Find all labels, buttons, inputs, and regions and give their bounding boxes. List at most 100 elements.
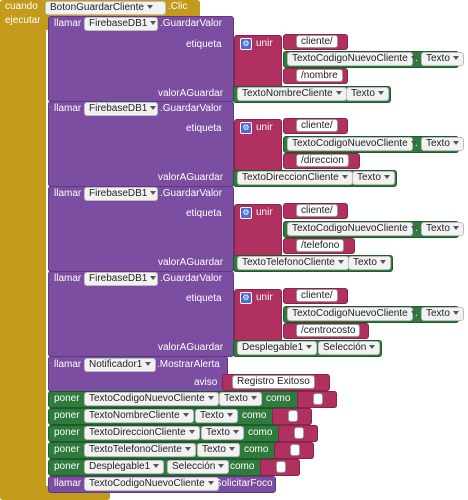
call-llamar-label: llamar xyxy=(54,478,82,489)
text-value[interactable]: /telefono xyxy=(296,239,345,252)
setter-component-dropdown[interactable]: Desplegable1 xyxy=(84,460,165,474)
chevron-down-icon xyxy=(150,276,157,281)
chevron-down-icon xyxy=(369,345,376,350)
chevron-down-icon xyxy=(228,447,235,452)
call-component-dropdown[interactable]: FirebaseDB1 xyxy=(84,102,158,116)
setter-property-dropdown[interactable]: Selección xyxy=(167,460,230,474)
dot-label: . xyxy=(415,223,418,234)
getter-component-dropdown[interactable]: TextoCodigoNuevoCliente xyxy=(287,222,417,236)
chevron-down-icon xyxy=(153,464,160,469)
aviso-label: aviso xyxy=(194,377,218,388)
getter-property-dropdown[interactable]: Texto xyxy=(421,137,464,151)
setter-como-label: como xyxy=(244,444,269,455)
setter-como-label: como xyxy=(266,393,291,404)
dot-label: . xyxy=(338,88,341,99)
dot-label: . xyxy=(194,427,197,438)
alert-message-value[interactable]: Registro Exitoso xyxy=(232,375,315,389)
text-value[interactable]: /nombre xyxy=(296,69,343,82)
call-llamar-label: llamar xyxy=(54,273,82,284)
getter-property-dropdown[interactable]: Texto xyxy=(346,87,389,101)
event-component-text: BotonGuardarCliente xyxy=(50,2,144,13)
setter-property-dropdown[interactable]: Texto xyxy=(219,392,262,406)
setter-poner-label: poner xyxy=(54,444,80,455)
dot-label: . xyxy=(212,393,215,404)
text-value[interactable]: /centrocosto xyxy=(296,324,361,337)
getter-component-dropdown[interactable]: TextoCodigoNuevoCliente xyxy=(287,137,417,151)
valor-label: valorAGuardar xyxy=(158,257,224,268)
chevron-down-icon xyxy=(250,396,257,401)
setter-component-dropdown[interactable]: TextoDireccionCliente xyxy=(84,426,200,440)
setter-component-dropdown[interactable]: TextoTelefonoCliente xyxy=(84,443,196,457)
join-label: unir xyxy=(256,122,273,133)
valor-label: valorAGuardar xyxy=(158,88,224,99)
focus-component-dropdown[interactable]: TextoCodigoNuevoCliente xyxy=(84,477,219,491)
alert-component-dropdown[interactable]: Notificador1 xyxy=(84,358,157,372)
setter-property-dropdown[interactable]: Texto xyxy=(195,409,238,423)
etiqueta-label: etiqueta xyxy=(186,123,222,134)
join-label: unir xyxy=(256,292,273,303)
dot-label: . xyxy=(344,172,347,183)
dot-label: . xyxy=(340,257,343,268)
dot-label: . xyxy=(188,410,191,421)
etiqueta-label: etiqueta xyxy=(186,208,222,219)
valor-label: valorAGuardar xyxy=(158,172,224,183)
empty-text-value[interactable] xyxy=(313,393,323,405)
getter-component-dropdown[interactable]: TextoCodigoNuevoCliente xyxy=(287,307,417,321)
text-value[interactable]: cliente/ xyxy=(296,289,338,302)
setter-poner-label: poner xyxy=(54,410,80,421)
getter-component-dropdown[interactable]: TextoCodigoNuevoCliente xyxy=(287,52,417,66)
setter-poner-label: poner xyxy=(54,393,80,404)
getter-property-dropdown[interactable]: Texto xyxy=(348,256,391,270)
chevron-down-icon xyxy=(452,141,459,146)
call-llamar-label: llamar xyxy=(54,359,82,370)
getter-component-dropdown[interactable]: TextoNombreCliente xyxy=(237,87,347,101)
dot-label: . xyxy=(190,444,193,455)
setter-property-dropdown[interactable]: Texto xyxy=(201,426,244,440)
setter-poner-label: poner xyxy=(54,427,80,438)
chevron-down-icon xyxy=(377,91,384,96)
etiqueta-label: etiqueta xyxy=(186,293,222,304)
empty-text-value[interactable] xyxy=(290,444,300,456)
call-component-dropdown[interactable]: FirebaseDB1 xyxy=(84,17,158,31)
getter-property-dropdown[interactable]: Texto xyxy=(421,52,464,66)
text-value[interactable]: cliente/ xyxy=(296,119,338,132)
chevron-down-icon xyxy=(145,362,152,367)
dot-label: . xyxy=(415,53,418,64)
gear-icon[interactable]: ⚙ xyxy=(240,122,252,134)
call-component-dropdown[interactable]: FirebaseDB1 xyxy=(84,187,158,201)
setter-component-dropdown[interactable]: TextoCodigoNuevoCliente xyxy=(84,392,219,406)
empty-text-value[interactable] xyxy=(276,461,286,473)
text-value[interactable]: cliente/ xyxy=(296,204,338,217)
setter-component-dropdown[interactable]: TextoNombreCliente xyxy=(84,409,194,423)
dot-label: . xyxy=(415,138,418,149)
call-method-label: .GuardarValor xyxy=(160,188,223,199)
alert-method-label: .MostrarAlerta xyxy=(157,359,220,370)
gear-icon[interactable]: ⚙ xyxy=(240,292,252,304)
getter-component-dropdown[interactable]: TextoTelefonoCliente xyxy=(237,256,349,270)
gear-icon[interactable]: ⚙ xyxy=(240,38,252,50)
call-component-dropdown[interactable]: FirebaseDB1 xyxy=(84,272,158,286)
setter-property-dropdown[interactable]: Texto xyxy=(197,443,240,457)
text-value[interactable]: cliente/ xyxy=(296,35,338,48)
chevron-down-icon xyxy=(452,226,459,231)
call-method-label: .GuardarValor xyxy=(160,103,223,114)
dot-label: . xyxy=(160,461,163,472)
getter-property-dropdown[interactable]: Selección xyxy=(318,341,381,355)
chevron-down-icon xyxy=(226,413,233,418)
getter-component-dropdown[interactable]: Desplegable1 xyxy=(237,341,318,355)
chevron-down-icon xyxy=(150,21,157,26)
chevron-down-icon xyxy=(150,191,157,196)
text-value[interactable]: /direccion xyxy=(296,154,349,167)
getter-component-dropdown[interactable]: TextoDireccionCliente xyxy=(237,171,353,185)
event-component-dropdown[interactable]: BotonGuardarCliente xyxy=(45,1,166,15)
call-method-label: .GuardarValor xyxy=(160,273,223,284)
empty-text-value[interactable] xyxy=(294,427,304,439)
gear-icon[interactable]: ⚙ xyxy=(240,207,252,219)
getter-property-dropdown[interactable]: Texto xyxy=(352,171,395,185)
call-llamar-label: llamar xyxy=(54,18,82,29)
event-ejecutar-label: ejecutar xyxy=(5,15,41,26)
getter-property-dropdown[interactable]: Texto xyxy=(421,307,464,321)
dot-label: . xyxy=(310,342,313,353)
getter-property-dropdown[interactable]: Texto xyxy=(421,222,464,236)
empty-text-value[interactable] xyxy=(288,410,298,422)
